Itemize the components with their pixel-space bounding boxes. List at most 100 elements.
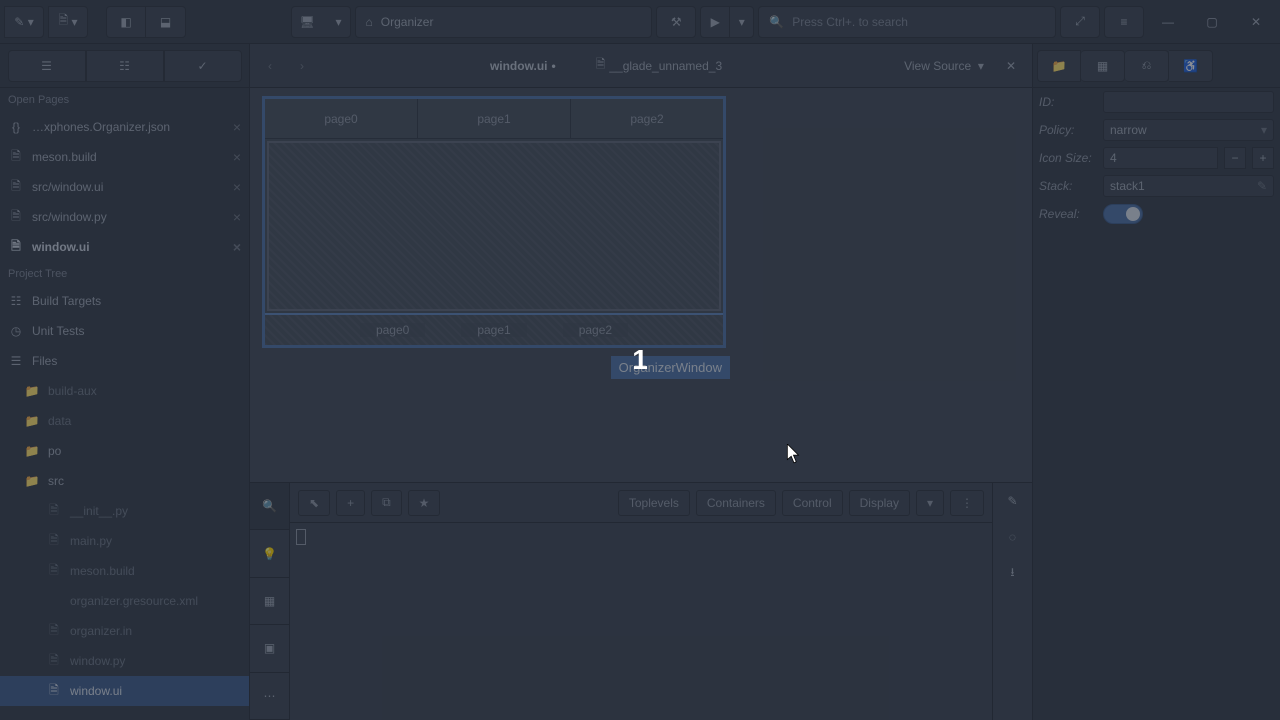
build-button[interactable]: ⚒: [656, 6, 696, 38]
palette-control[interactable]: Control: [782, 490, 843, 516]
palette-more-button[interactable]: ⋯: [250, 673, 289, 720]
open-page-item[interactable]: 🗎meson.build×: [0, 142, 249, 172]
tree-item[interactable]: 🗎meson.build: [0, 556, 249, 586]
search-field[interactable]: 🔍 Press Ctrl+. to search: [758, 6, 1056, 38]
open-page-item[interactable]: {}…xphones.Organizer.json×: [0, 112, 249, 142]
props-general-button[interactable]: 📁: [1037, 50, 1081, 82]
bulb-icon: 💡: [262, 547, 277, 561]
palette-right-download-button[interactable]: ⭳: [993, 555, 1032, 591]
palette-recent-button[interactable]: 💡: [250, 530, 289, 577]
nav-back-button[interactable]: ‹: [258, 59, 282, 73]
tree-label: organizer.gresource.xml: [70, 594, 198, 608]
star-tool-button[interactable]: ★: [408, 490, 441, 516]
edit-icon[interactable]: ✎: [1257, 179, 1267, 193]
view-source-dropdown[interactable]: View Source ▾: [898, 57, 990, 75]
tree-item[interactable]: 📁po: [0, 436, 249, 466]
close-file-button[interactable]: ×: [233, 149, 241, 165]
props-packing-button[interactable]: ▦: [1081, 50, 1125, 82]
project-omnibar[interactable]: ⌂ Organizer: [355, 6, 653, 38]
prop-reveal-switch[interactable]: [1103, 204, 1143, 224]
stack-page-label[interactable]: page2: [563, 323, 628, 337]
run-button[interactable]: ▶: [700, 6, 730, 38]
palette-display[interactable]: Display: [849, 490, 910, 516]
close-file-button[interactable]: ×: [233, 239, 241, 255]
preview-tab[interactable]: page0: [265, 99, 418, 138]
tree-item[interactable]: 📁data: [0, 406, 249, 436]
close-file-button[interactable]: ×: [233, 119, 241, 135]
fullscreen-button[interactable]: ⤢: [1060, 6, 1100, 38]
preview-tab[interactable]: page2: [571, 99, 723, 138]
open-page-item[interactable]: 🗎src/window.py×: [0, 202, 249, 232]
close-file-button[interactable]: ×: [233, 209, 241, 225]
stepper-plus-button[interactable]: +: [1252, 147, 1274, 169]
palette-category-button[interactable]: ▦: [250, 578, 289, 625]
new-file-button[interactable]: 🗎 ▾: [48, 6, 88, 38]
stepper-minus-button[interactable]: −: [1224, 147, 1246, 169]
close-icon: ✕: [1251, 15, 1261, 29]
palette-containers[interactable]: Containers: [696, 490, 776, 516]
prop-policy-combo[interactable]: narrow▾: [1103, 119, 1274, 141]
sidebar-view-tree-button[interactable]: ☷: [86, 50, 164, 82]
close-window-button[interactable]: ✕: [1236, 6, 1276, 38]
tree-item[interactable]: 🗎window.ui: [0, 676, 249, 706]
palette-widget-button[interactable]: ▣: [250, 625, 289, 672]
tab-window-ui[interactable]: window.ui •: [480, 51, 566, 80]
run-options-button[interactable]: ▾: [730, 6, 754, 38]
file-label: src/window.ui: [32, 180, 103, 194]
preview-window[interactable]: page0page1page2 page0page1page2: [262, 96, 726, 348]
add-tool-button[interactable]: +: [336, 490, 365, 516]
accessibility-icon: ♿: [1183, 59, 1198, 73]
props-common-button[interactable]: ⎌: [1125, 50, 1169, 82]
nav-forward-button[interactable]: ›: [290, 59, 314, 73]
tree-item[interactable]: 🗎main.py: [0, 526, 249, 556]
preview-tab[interactable]: page1: [418, 99, 571, 138]
tab-glade-unnamed[interactable]: 🗎 __glade_unnamed_3: [586, 51, 732, 80]
ui-designer-canvas[interactable]: page0page1page2 page0page1page2 Organize…: [250, 88, 1032, 482]
drag-tool-button[interactable]: ⧉: [371, 490, 402, 516]
palette-toplevels[interactable]: Toplevels: [618, 490, 690, 516]
sidebar-view-check-button[interactable]: ✓: [164, 50, 242, 82]
tree-item[interactable]: ☰Files: [0, 346, 249, 376]
prop-stack-input[interactable]: stack1✎: [1103, 175, 1274, 197]
prop-icon-size-input[interactable]: 4: [1103, 147, 1218, 169]
sidebar-view-list-button[interactable]: ☰: [8, 50, 86, 82]
preview-content-placeholder[interactable]: [267, 141, 721, 311]
hamburger-menu-button[interactable]: ≡: [1104, 6, 1144, 38]
close-file-button[interactable]: ×: [233, 179, 241, 195]
open-page-item[interactable]: 🗎window.ui×: [0, 232, 249, 262]
open-page-item[interactable]: 🗎src/window.ui×: [0, 172, 249, 202]
selector-tool-button[interactable]: ⬉: [298, 490, 330, 516]
tree-item[interactable]: 🗎__init__.py: [0, 496, 249, 526]
file-icon: 🗎: [46, 621, 62, 642]
panel-bottom-button[interactable]: ⬓: [146, 6, 186, 38]
panel-left-button[interactable]: ◧: [106, 6, 146, 38]
palette-menu-button[interactable]: ⋮: [950, 490, 984, 516]
tree-item[interactable]: 📁src: [0, 466, 249, 496]
props-a11y-button[interactable]: ♿: [1169, 50, 1213, 82]
prop-id-input[interactable]: [1103, 91, 1274, 113]
tree-item[interactable]: 🗎window.py: [0, 646, 249, 676]
search-placeholder: Press Ctrl+. to search: [792, 15, 908, 29]
preview-stack-switcher[interactable]: page0 page1 page2: [265, 313, 723, 345]
tree-item[interactable]: organizer.gresource.xml: [0, 586, 249, 616]
maximize-button[interactable]: ▢: [1192, 6, 1232, 38]
stack-page-label[interactable]: page1: [461, 323, 526, 337]
palette-search-button[interactable]: 🔍: [250, 483, 289, 530]
palette-more-dropdown[interactable]: ▾: [916, 490, 944, 516]
maximize-icon: ▢: [1206, 15, 1217, 29]
edit-dropdown-button[interactable]: ✎ ▾: [4, 6, 44, 38]
tree-item[interactable]: ◷Unit Tests: [0, 316, 249, 346]
stack-page-label[interactable]: page0: [360, 323, 425, 337]
tab-close-button[interactable]: ✕: [998, 59, 1024, 73]
tree-item[interactable]: ☷Build Targets: [0, 286, 249, 316]
tree-item[interactable]: 📁build-aux: [0, 376, 249, 406]
device-combo[interactable]: 🖥▾: [291, 6, 351, 38]
file-icon: 🗎: [596, 55, 606, 76]
palette-right-info-button[interactable]: ◌: [993, 519, 1032, 555]
palette-right-brush-button[interactable]: ✎: [993, 483, 1032, 519]
file-icon: 🗎: [46, 561, 62, 582]
tree-item[interactable]: 🗎organizer.in: [0, 616, 249, 646]
file-icon: 🗎: [46, 531, 62, 552]
minimize-button[interactable]: —: [1148, 6, 1188, 38]
palette-item-placeholder[interactable]: [296, 529, 306, 545]
